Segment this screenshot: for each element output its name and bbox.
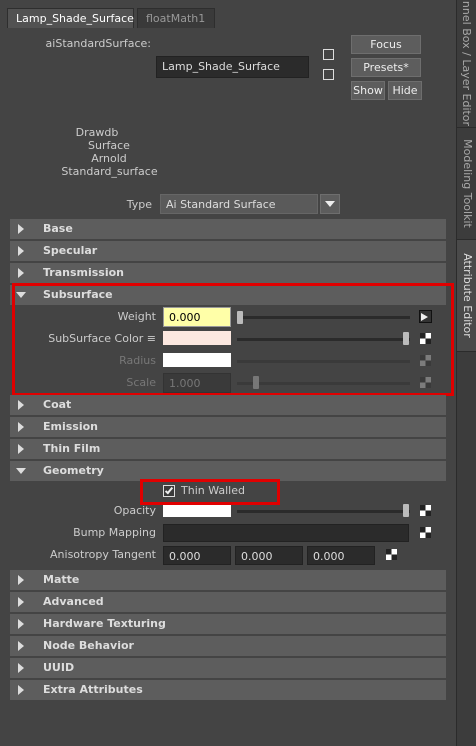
anisotropy-tangent-label: Anisotropy Tangent: [50, 548, 156, 561]
section-transmission[interactable]: Transmission: [10, 263, 446, 283]
thin-walled-highlight-box: [140, 479, 280, 505]
section-specular[interactable]: Specular: [10, 241, 446, 261]
bump-map-checker-icon[interactable]: [420, 527, 431, 538]
chevron-down-icon: [325, 201, 335, 207]
section-title: Extra Attributes: [43, 683, 143, 696]
section-title: Advanced: [43, 595, 104, 608]
focus-button[interactable]: Focus: [351, 35, 421, 54]
section-title: Geometry: [43, 464, 104, 477]
expand-arrow-icon: [18, 268, 24, 278]
node-header: aiStandardSurface: Lamp_Shade_Surface Fo…: [0, 28, 456, 211]
section-title: Emission: [43, 420, 98, 433]
tab-bar: Lamp_Shade_Surface floatMath1: [0, 0, 456, 28]
side-tab-modeling-toolkit[interactable]: Modeling Toolkit: [457, 128, 476, 240]
section-title: UUID: [43, 661, 75, 674]
expand-arrow-icon: [18, 224, 24, 234]
output-connections-icon[interactable]: [323, 69, 334, 80]
side-tab-strip: nnel Box / Layer Editor Modeling Toolkit…: [456, 0, 476, 746]
expand-arrow-icon: [18, 641, 24, 651]
classification-standard-surface: Standard_surface: [61, 165, 158, 178]
section-advanced[interactable]: Advanced: [10, 592, 446, 612]
expand-arrow-icon: [18, 619, 24, 629]
opacity-slider-track[interactable]: [237, 510, 410, 513]
section-node-behavior[interactable]: Node Behavior: [10, 636, 446, 656]
anisotropy-map-checker-icon[interactable]: [386, 549, 397, 560]
tab-float-math1[interactable]: floatMath1: [137, 8, 215, 28]
expand-arrow-icon: [18, 246, 24, 256]
section-title: Node Behavior: [43, 639, 134, 652]
type-dropdown-arrow[interactable]: [320, 194, 340, 214]
type-label: Type: [126, 198, 152, 211]
node-type-label: aiStandardSurface:: [45, 37, 151, 50]
input-connections-icon[interactable]: [323, 49, 334, 60]
expand-arrow-icon: [18, 597, 24, 607]
expand-arrow-icon: [18, 400, 24, 410]
classification-arnold: Arnold: [91, 152, 127, 165]
collapse-arrow-icon: [16, 468, 26, 474]
show-button[interactable]: Show: [351, 81, 385, 100]
anisotropy-x-field[interactable]: 0.000: [163, 546, 231, 565]
section-matte[interactable]: Matte: [10, 570, 446, 590]
opacity-map-checker-icon[interactable]: [420, 505, 431, 516]
section-title: Base: [43, 222, 73, 235]
type-dropdown[interactable]: Ai Standard Surface: [160, 194, 318, 214]
opacity-label: Opacity: [113, 504, 156, 517]
expand-arrow-icon: [18, 685, 24, 695]
anisotropy-z-field[interactable]: 0.000: [307, 546, 375, 565]
node-name-field[interactable]: Lamp_Shade_Surface: [156, 56, 309, 78]
section-coat[interactable]: Coat: [10, 395, 446, 415]
section-emission[interactable]: Emission: [10, 417, 446, 437]
section-title: Matte: [43, 573, 80, 586]
expand-arrow-icon: [18, 444, 24, 454]
classification-drawdb: Drawdb: [75, 126, 119, 139]
anisotropy-y-field[interactable]: 0.000: [235, 546, 303, 565]
bump-mapping-label: Bump Mapping: [73, 526, 156, 539]
section-uuid[interactable]: UUID: [10, 658, 446, 678]
expand-arrow-icon: [18, 575, 24, 585]
opacity-color-swatch[interactable]: [163, 505, 231, 517]
section-extra-attributes[interactable]: Extra Attributes: [10, 680, 446, 700]
section-title: Transmission: [43, 266, 125, 279]
section-hardware-texturing[interactable]: Hardware Texturing: [10, 614, 446, 634]
section-title: Thin Film: [43, 442, 101, 455]
subsurface-highlight-box: [12, 283, 454, 396]
section-title: Specular: [43, 244, 98, 257]
side-tab-attribute-editor[interactable]: Attribute Editor: [457, 240, 476, 352]
hide-button[interactable]: Hide: [388, 81, 422, 100]
expand-arrow-icon: [18, 663, 24, 673]
section-geometry[interactable]: Geometry: [10, 461, 446, 481]
opacity-slider-thumb[interactable]: [403, 504, 409, 517]
side-tab-channel-box[interactable]: nnel Box / Layer Editor: [457, 0, 476, 128]
tab-lamp-shade-surface[interactable]: Lamp_Shade_Surface: [7, 8, 134, 28]
classification-surface: Surface: [88, 139, 130, 152]
section-base[interactable]: Base: [10, 219, 446, 239]
section-title: Coat: [43, 398, 72, 411]
expand-arrow-icon: [18, 422, 24, 432]
section-title: Hardware Texturing: [43, 617, 166, 630]
bump-mapping-field[interactable]: [163, 524, 409, 542]
presets-button[interactable]: Presets*: [351, 58, 421, 77]
section-thin-film[interactable]: Thin Film: [10, 439, 446, 459]
